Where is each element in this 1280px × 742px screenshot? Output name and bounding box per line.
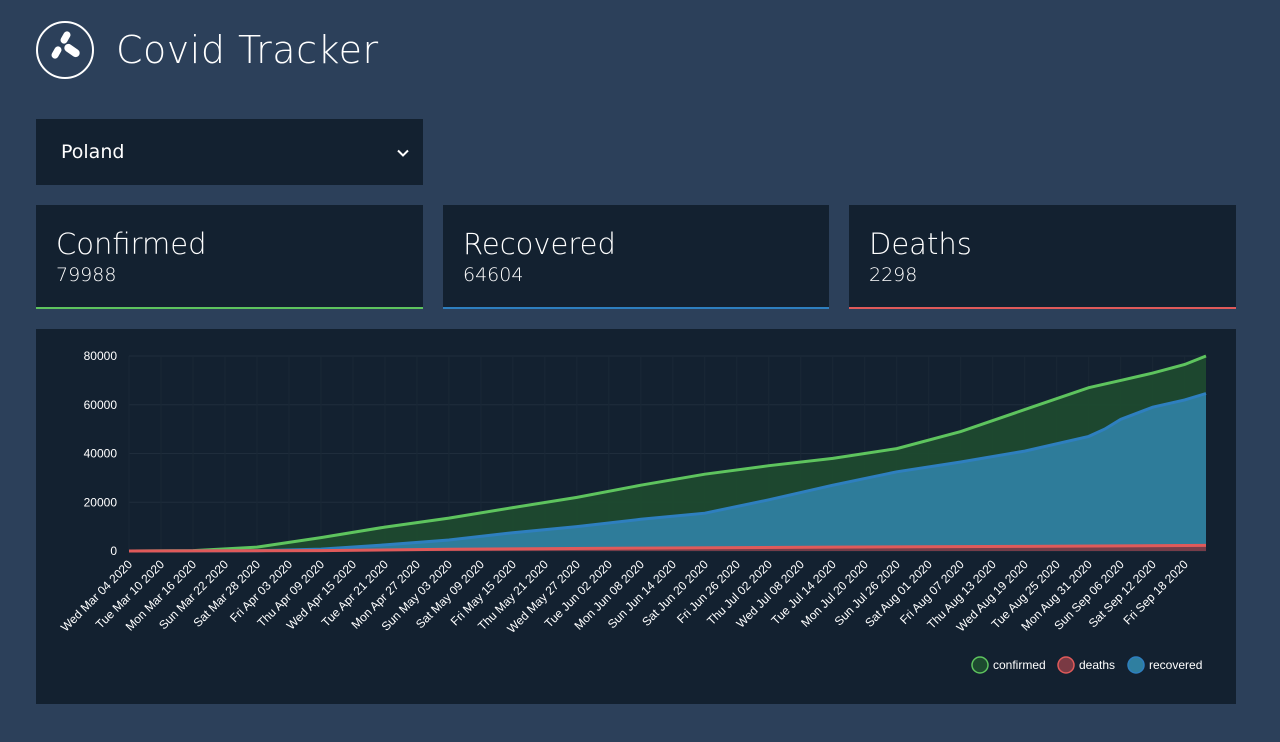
app-title: Covid Tracker [116,28,379,72]
recovered-legend-swatch [1127,656,1145,674]
deaths-legend-label: deaths [1079,658,1115,672]
y-tick-label: 0 [110,544,117,558]
country-select[interactable]: Poland [36,119,423,185]
y-tick-label: 20000 [84,495,118,509]
covid-logo-icon [36,21,94,79]
recovered-label: Recovered [463,227,616,261]
y-tick-label: 80000 [84,349,118,363]
confirmed-label: Confirmed [56,227,207,261]
cases-chart: 800006000040000200000Wed Mar 04 2020Tue … [58,349,1207,674]
app-header: Covid Tracker [36,20,379,80]
deaths-card: Deaths 2298 [849,205,1236,309]
deaths-label: Deaths [869,227,972,261]
confirmed-legend-label: confirmed [993,658,1046,672]
deaths-legend-swatch [1057,656,1075,674]
y-tick-label: 60000 [84,398,118,412]
deaths-value: 2298 [869,264,918,286]
chevron-down-icon [397,143,409,161]
y-tick-label: 40000 [84,447,118,461]
confirmed-card: Confirmed 79988 [36,205,423,309]
recovered-legend-label: recovered [1149,658,1202,672]
recovered-card: Recovered 64604 [443,205,829,309]
recovered-value: 64604 [463,264,524,286]
confirmed-legend-swatch [971,656,989,674]
confirmed-value: 79988 [56,264,117,286]
chart-panel: 80000 60000 40000 20000 0 Wed Mar 04 2020 Tue … [36,329,1236,704]
country-select-value: Poland [61,141,125,163]
